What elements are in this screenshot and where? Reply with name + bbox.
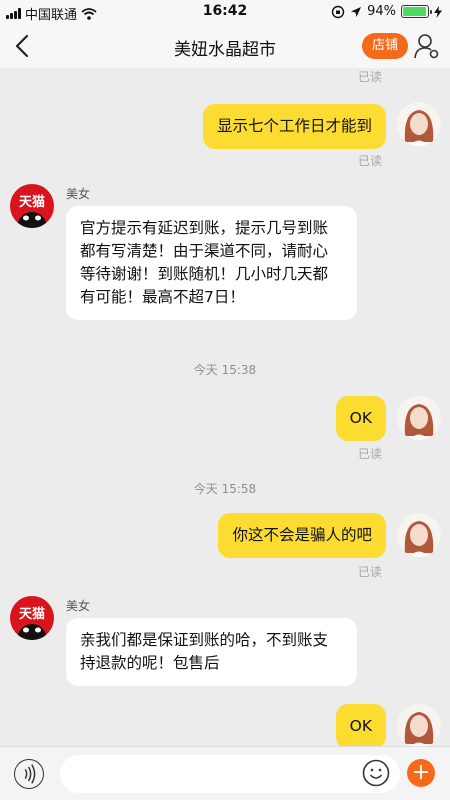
avatar[interactable] <box>397 704 441 748</box>
smiley-icon[interactable] <box>362 759 390 787</box>
message-bubble-self[interactable]: OK <box>335 396 386 441</box>
sender-name: 美女 <box>66 187 91 201</box>
user-avatar-icon <box>404 404 434 440</box>
user-avatar-icon <box>404 521 434 557</box>
timestamp: 今天 15:38 <box>193 363 257 377</box>
person-settings-icon[interactable] <box>414 32 440 60</box>
user-avatar-icon <box>404 712 434 748</box>
read-receipt: 已读 <box>358 565 383 579</box>
tmall-cat-icon <box>16 624 48 640</box>
message-input[interactable] <box>60 755 400 793</box>
avatar[interactable] <box>397 102 441 146</box>
nav-bar: 美妞水晶超市 店铺 <box>0 24 450 68</box>
read-receipt: 已读 <box>358 70 383 84</box>
read-receipt: 已读 <box>358 447 383 461</box>
message-bubble-other[interactable]: 亲我们都是保证到账的哈，不到账支持退款的呢！包售后 <box>66 618 357 686</box>
avatar[interactable] <box>397 513 441 557</box>
input-bar: + <box>0 746 450 800</box>
message-bubble-self[interactable]: OK <box>335 704 386 749</box>
read-receipt: 已读 <box>358 154 383 168</box>
message-bubble-self[interactable]: 你这不会是骗人的吧 <box>218 513 386 558</box>
message-bubble-self[interactable]: 显示七个工作日才能到 <box>202 104 386 149</box>
battery-icon <box>401 5 432 18</box>
message-bubble-other[interactable]: 官方提示有延迟到账，提示几号到账都有写清楚！由于渠道不同，请耐心等待谢谢！到账随… <box>66 206 357 320</box>
status-bar: 中国联通 16:42 94% <box>0 0 450 24</box>
store-button[interactable]: 店铺 <box>362 33 409 59</box>
status-icons: 94% <box>331 4 442 19</box>
user-avatar-icon <box>404 110 434 146</box>
sender-name: 美女 <box>66 599 91 613</box>
avatar[interactable] <box>397 396 441 440</box>
plus-icon[interactable]: + <box>407 759 435 787</box>
battery-percent: 94% <box>367 4 396 19</box>
orientation-lock-icon <box>331 5 345 18</box>
avatar[interactable]: 天猫 <box>10 184 54 228</box>
charging-icon <box>434 5 442 18</box>
voice-icon[interactable] <box>14 759 44 789</box>
location-icon <box>351 6 362 17</box>
avatar[interactable]: 天猫 <box>10 596 54 640</box>
timestamp: 今天 15:58 <box>193 482 257 496</box>
tmall-cat-icon <box>16 212 48 228</box>
